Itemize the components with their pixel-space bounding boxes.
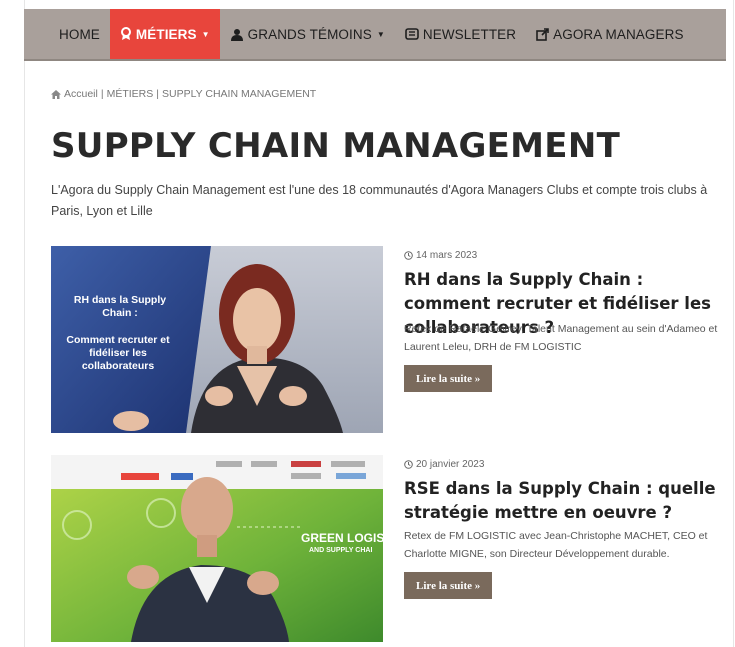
nav-grands-temoins[interactable]: GRANDS TÉMOINS ▼ xyxy=(220,9,395,59)
nav-home[interactable]: HOME xyxy=(49,9,110,59)
breadcrumb-separator: | xyxy=(156,88,159,100)
award-icon xyxy=(120,27,131,40)
article-excerpt: Retex de FM LOGISTIC avec Jean-Christoph… xyxy=(404,530,708,560)
page-intro: L'Agora du Supply Chain Management est l… xyxy=(51,183,708,218)
article-thumbnail[interactable]: RH dans la Supply Chain : Comment recrut… xyxy=(51,246,383,433)
breadcrumb-separator: | xyxy=(100,88,104,100)
clock-icon xyxy=(404,251,413,260)
nav-agora-managers-label: AGORA MANAGERS xyxy=(553,26,684,42)
external-link-icon xyxy=(536,27,549,41)
article-card: RH dans la Supply Chain : Comment recrut… xyxy=(51,246,726,436)
page-title: SUPPLY CHAIN MANAGEMENT xyxy=(51,126,621,166)
article-title[interactable]: RSE dans la Supply Chain : quelle straté… xyxy=(404,477,724,525)
read-more-button[interactable]: Lire la suite » xyxy=(404,365,493,392)
article-excerpt: Retex de Rafaële Gevrey, Talent Manageme… xyxy=(404,323,718,353)
nav-grands-temoins-label: GRANDS TÉMOINS xyxy=(247,26,372,42)
article-date: 20 janvier 2023 xyxy=(404,459,484,470)
article-card: GREEN LOGIST AND SUPPLY CHAI 20 janvier … xyxy=(51,455,726,645)
nav-agora-managers[interactable]: AGORA MANAGERS xyxy=(526,9,693,59)
nav-newsletter[interactable]: NEWSLETTER xyxy=(395,9,526,59)
thumbnail-overlay-subtitle: Comment recruter et fidéliser les collab… xyxy=(66,334,170,372)
article-date-text: 20 janvier 2023 xyxy=(416,459,485,470)
nav-newsletter-label: NEWSLETTER xyxy=(422,26,517,42)
article-date: 14 mars 2023 xyxy=(404,250,477,261)
thumbnail-overlay-subtitle: AND SUPPLY CHAI xyxy=(309,547,373,554)
nav-metiers[interactable]: MÉTIERS ▼ xyxy=(109,9,220,59)
breadcrumb-home-link[interactable]: Accueil xyxy=(64,88,98,100)
clock-icon xyxy=(404,460,413,469)
main-navigation: HOME MÉTIERS ▼ GRANDS TÉMOINS ▼ NEWSLETT… xyxy=(24,9,726,61)
article-date-text: 14 mars 2023 xyxy=(416,250,478,261)
nav-metiers-label: MÉTIERS xyxy=(135,26,197,42)
read-more-button[interactable]: Lire la suite » xyxy=(404,572,493,599)
breadcrumb-section-link[interactable]: MÉTIERS xyxy=(107,88,154,100)
home-icon xyxy=(51,89,61,99)
breadcrumb: Accueil | MÉTIERS | SUPPLY CHAIN MANAGEM… xyxy=(51,88,319,100)
users-icon xyxy=(230,28,243,41)
newsletter-icon xyxy=(405,28,419,40)
thumbnail-overlay-title: GREEN LOGIST xyxy=(301,531,383,545)
chevron-down-icon: ▼ xyxy=(376,29,385,39)
article-thumbnail[interactable]: GREEN LOGIST AND SUPPLY CHAI xyxy=(51,455,383,642)
nav-home-label: HOME xyxy=(59,26,100,42)
thumbnail-overlay-title: RH dans la Supply Chain : xyxy=(73,294,167,319)
chevron-down-icon: ▼ xyxy=(201,29,210,39)
breadcrumb-current: SUPPLY CHAIN MANAGEMENT xyxy=(162,88,317,100)
